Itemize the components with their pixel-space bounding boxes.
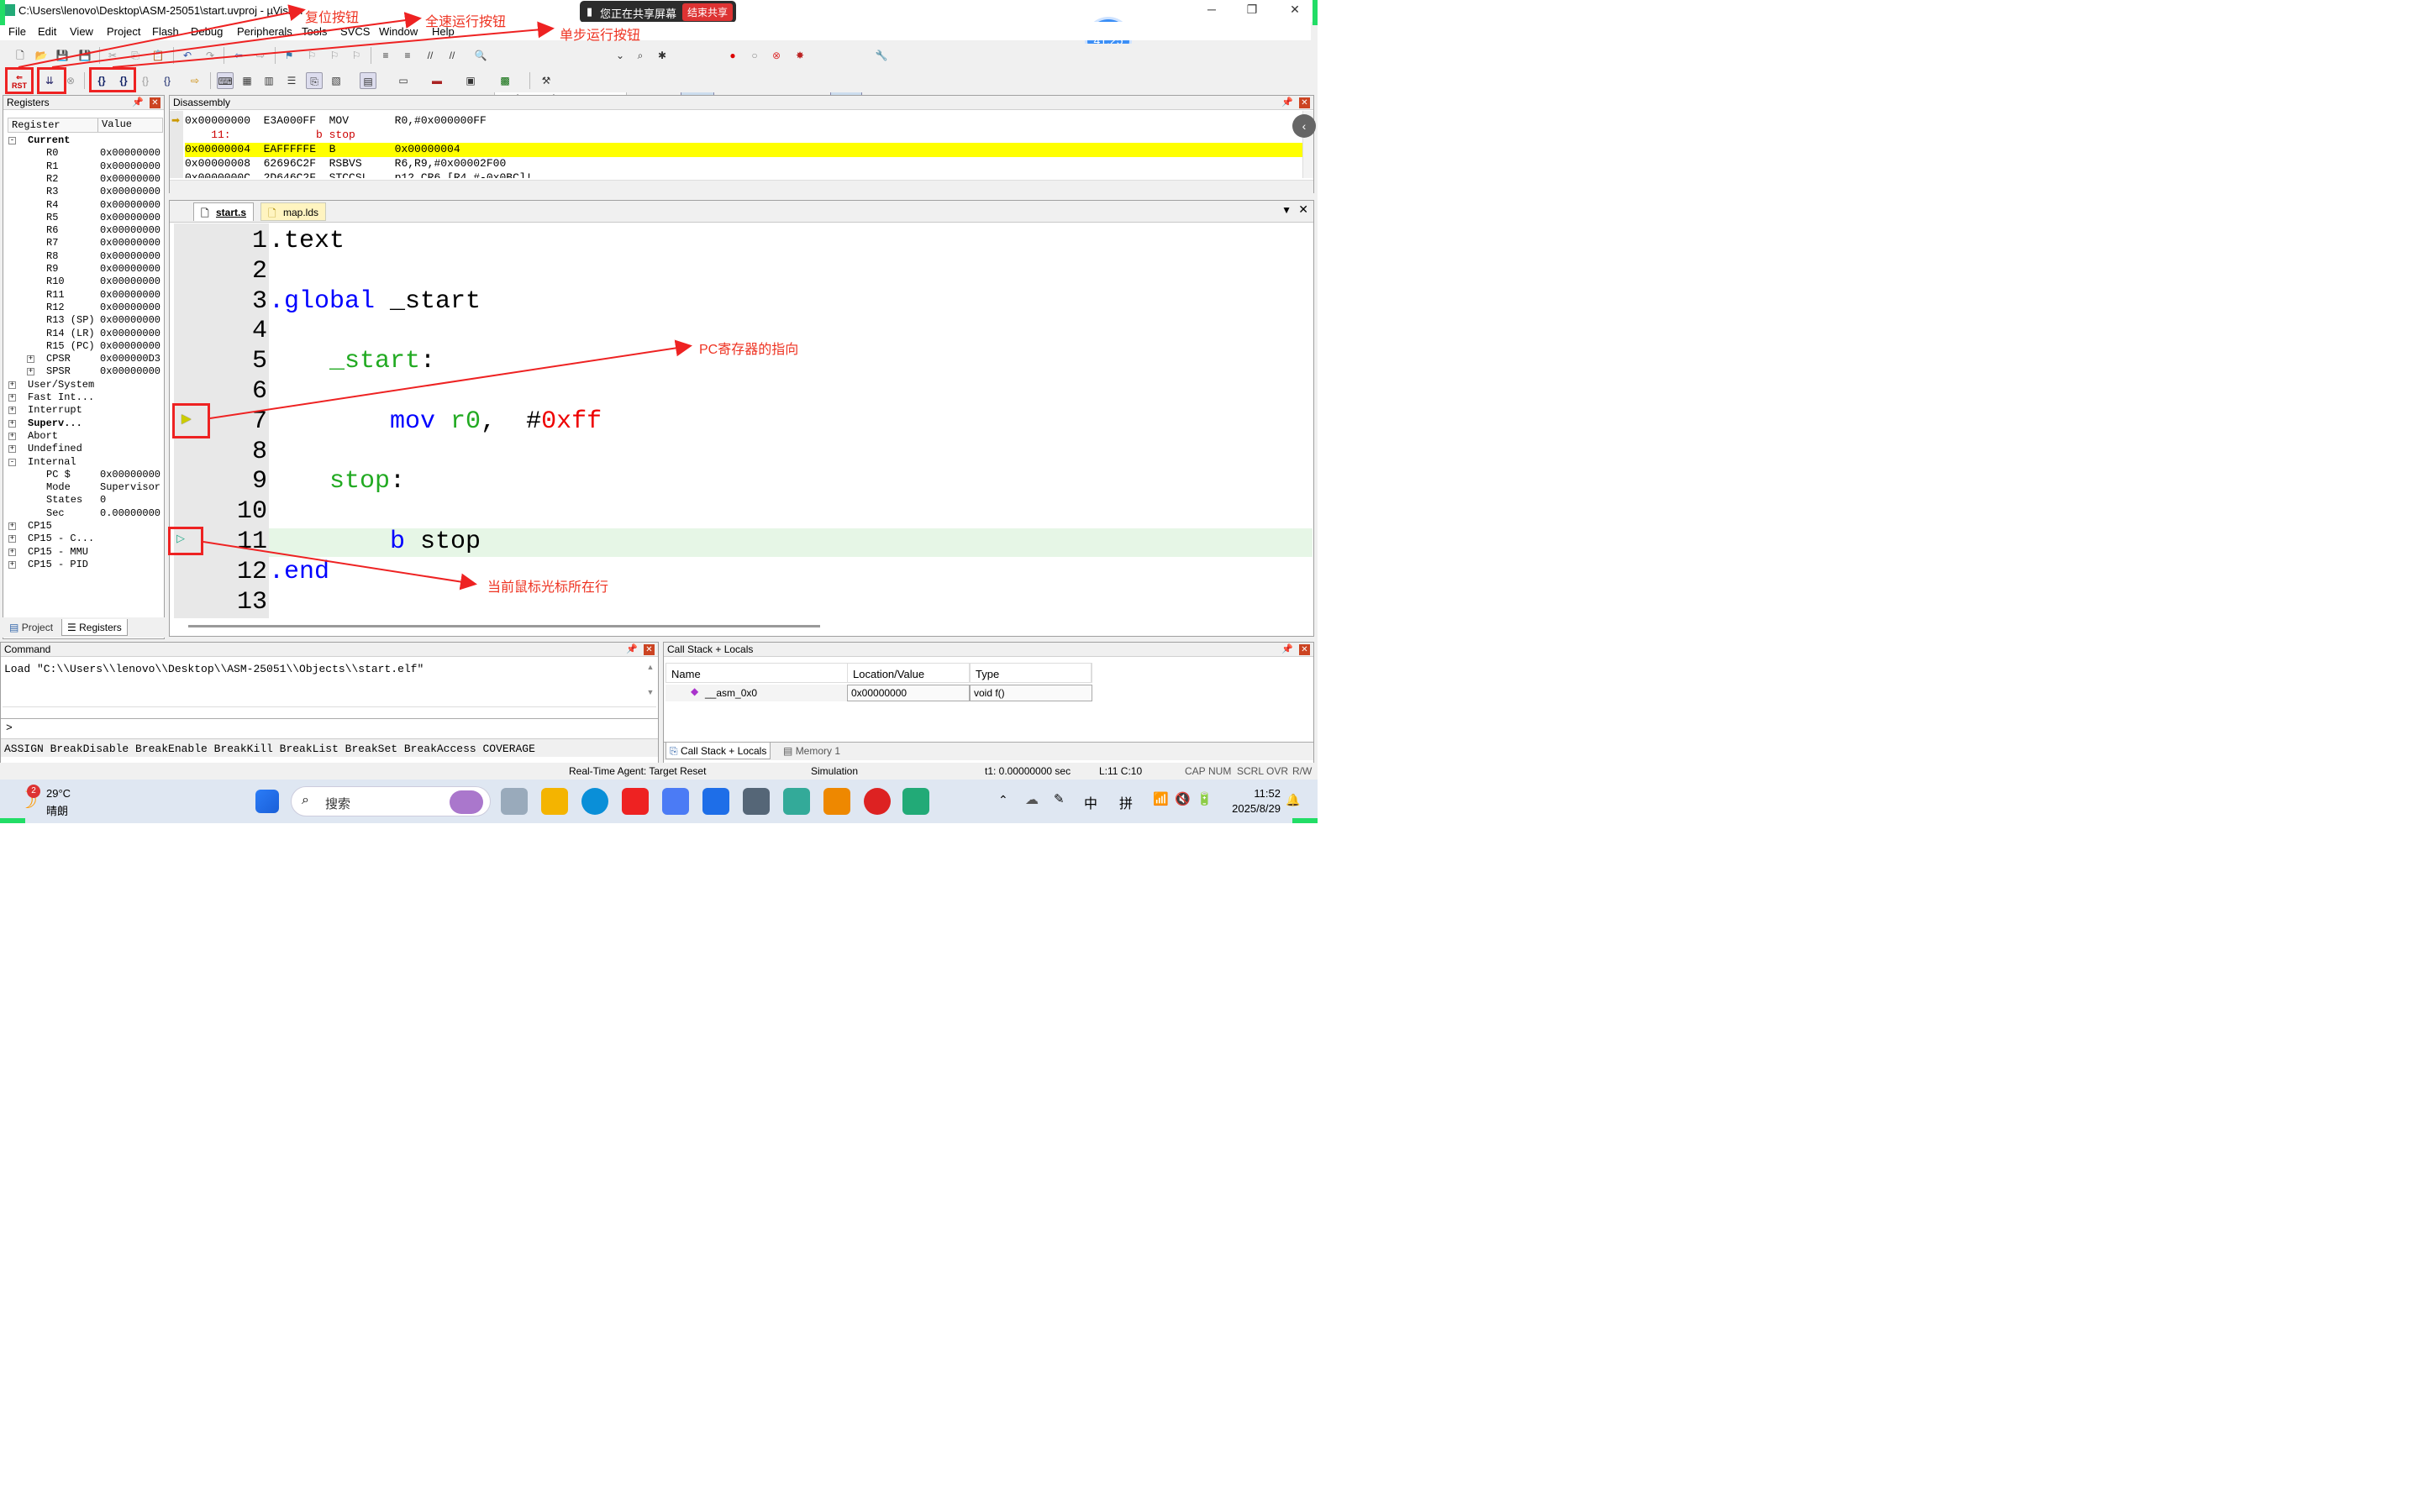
- annotation-run: 全速运行按钮: [425, 15, 507, 29]
- annotation-arrows: [18, 4, 692, 591]
- annotation-cursor: 当前鼠标光标所在行: [487, 580, 609, 595]
- annotation-step: 单步运行按钮: [560, 29, 641, 43]
- pc-arrow: [209, 339, 692, 419]
- run-arrow: [51, 12, 422, 68]
- reset-arrow: [18, 4, 306, 68]
- cursor-arrow: [203, 541, 477, 591]
- annotation-reset: 复位按钮: [305, 11, 360, 25]
- annotation-pc: PC寄存器的指向: [699, 343, 799, 357]
